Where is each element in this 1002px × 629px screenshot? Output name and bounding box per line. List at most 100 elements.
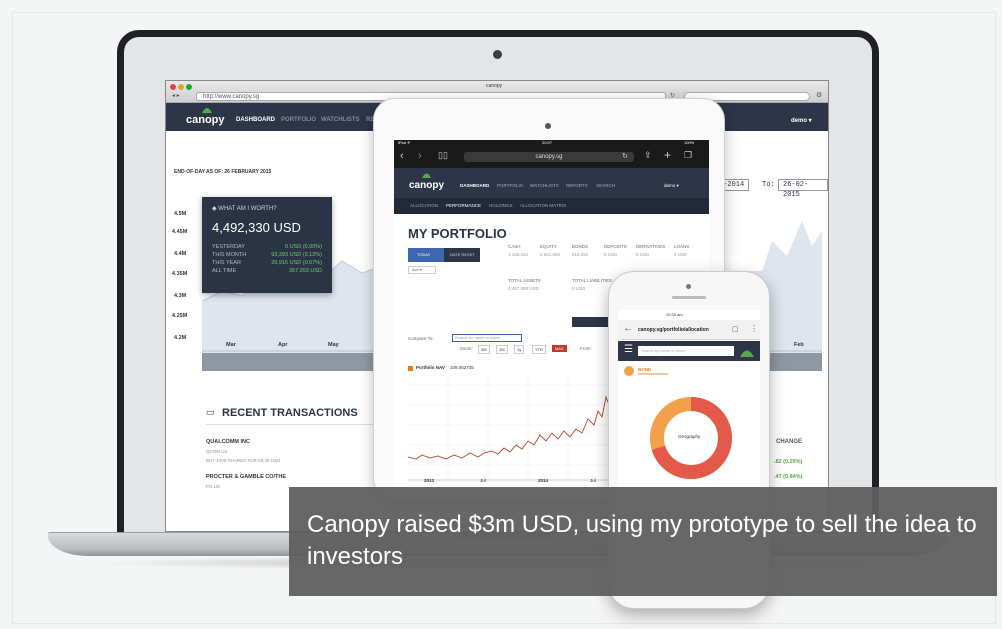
user-menu[interactable]: demo ▾: [664, 183, 679, 189]
back-arrow-icon[interactable]: ←: [623, 323, 633, 334]
zoom-label: Zoom:: [460, 346, 473, 351]
bond-icon: [624, 366, 634, 376]
zoom-1m[interactable]: 1M: [496, 345, 508, 354]
zoom-ytd[interactable]: YTD: [532, 345, 546, 354]
phone-search-input[interactable]: Search by name or ticker: [638, 346, 734, 356]
y-label: 4.45M: [172, 229, 188, 235]
x-label: Jul: [480, 478, 486, 483]
phone-browser-bar: ← canopy.sg/portfolio/allocation ▢ ⋮: [618, 320, 760, 340]
window-title: canopy: [486, 83, 503, 89]
minimize-icon[interactable]: [178, 84, 184, 90]
nav-watchlists[interactable]: WATCHLISTS: [530, 183, 559, 188]
back-forward-icon[interactable]: ◂ ▸: [172, 92, 180, 99]
period-toggle[interactable]: TODAY DATE RESET: [408, 248, 480, 262]
date-to-label: To:: [762, 181, 775, 189]
total-liabilities-value: 0 USD: [572, 286, 586, 291]
hamburger-icon[interactable]: ☰: [624, 345, 633, 355]
x-label: May: [328, 342, 339, 348]
nav-search[interactable]: SEARCH: [596, 183, 615, 188]
browser-settings-icon[interactable]: ⚙: [816, 91, 822, 99]
y-label: 4.35M: [172, 271, 188, 277]
dropdown[interactable]: Acc ▾: [408, 266, 436, 274]
summary-header: DERIVATIVES: [636, 244, 666, 249]
summary-header: LOANS: [674, 244, 690, 249]
nav-reports[interactable]: REPORTS: [566, 183, 588, 188]
maximize-icon[interactable]: [186, 84, 192, 90]
nav-portfolio[interactable]: PORTFOLIO: [497, 183, 523, 188]
caption-overlay: Canopy raised $3m USD, using my prototyp…: [289, 487, 997, 596]
reload-icon[interactable]: ↻: [622, 152, 628, 160]
summary-header: CASH: [508, 244, 521, 249]
end-of-day-label: END-OF-DAY AS OF: 26 FEBRUARY 2015: [174, 169, 272, 175]
summary-header: BONDS: [572, 244, 589, 249]
nav-watchlists[interactable]: WATCHLISTS: [321, 117, 360, 123]
transactions-icon: ▭: [206, 407, 215, 417]
worth-total: 4,492,330 USD: [212, 220, 301, 235]
x-label: 2013: [424, 478, 435, 483]
tabs-icon[interactable]: ❐: [684, 150, 692, 161]
phone-camera: [686, 284, 691, 289]
allocation-item[interactable]: BOND: [638, 367, 651, 372]
zoom-max[interactable]: MAX: [552, 345, 567, 352]
tab-holdings[interactable]: HOLDINGS: [489, 203, 513, 208]
legend-swatch: [408, 366, 413, 371]
nav-portfolio[interactable]: PORTFOLIO: [281, 117, 316, 123]
new-tab-icon[interactable]: +: [664, 148, 671, 162]
phone-navbar: ☰ Search by name or ticker: [618, 341, 760, 361]
from-label: From:: [580, 346, 592, 351]
tab-performance[interactable]: PERFORMANCE: [446, 203, 481, 208]
nav-dashboard[interactable]: DASHBOARD: [460, 183, 489, 188]
zoom-3m[interactable]: 3M: [478, 345, 490, 354]
app-logo[interactable]: canopy: [409, 180, 444, 191]
summary-value: 818,252: [572, 252, 589, 257]
summary-value: 0 USD: [674, 252, 688, 257]
tabs-icon[interactable]: ▢: [732, 325, 739, 333]
total-assets-label: TOTAL ASSETS: [508, 278, 541, 283]
legend-label: Portfolio NAV: [416, 365, 445, 370]
back-icon[interactable]: ‹: [400, 150, 404, 162]
user-menu[interactable]: demo ▾: [791, 117, 812, 124]
x-label: Mar: [226, 342, 236, 348]
app-logo[interactable]: canopy: [186, 114, 225, 126]
legend-value: 109.062745: [450, 365, 474, 370]
worth-row: ALL TIME 367,393 USD: [212, 268, 322, 274]
summary-header: DEPOSITS: [604, 244, 627, 249]
worth-row: YESTERDAY 0 USD (0.00%): [212, 244, 322, 250]
worth-row: THIS MONTH 93,393 USD (2.12%): [212, 252, 322, 258]
total-liabilities-label: TOTAL LIABILITIES: [572, 278, 612, 283]
forward-icon[interactable]: ›: [418, 150, 422, 162]
tablet-subnav: ALLOCATION PERFORMANCE HOLDINGS ALLOCATI…: [394, 198, 709, 214]
compare-label: Compare To:: [408, 336, 434, 341]
transaction-ticker: QCOM.US: [206, 449, 228, 454]
share-icon[interactable]: ⇪: [644, 150, 652, 161]
worth-heading: WHAT AM I WORTH?: [218, 206, 277, 212]
tablet-navbar: canopy DASHBOARD PORTFOLIO WATCHLISTS RE…: [394, 168, 709, 198]
tab-allocation[interactable]: ALLOCATION: [410, 203, 438, 208]
transaction-ticker: PG.US: [206, 484, 221, 489]
nav-line-chart: [408, 375, 613, 481]
canopy-logo-icon: [202, 108, 212, 113]
summary-value: 0 USD: [604, 252, 618, 257]
change-header: CHANGE: [776, 439, 803, 445]
nav-dashboard[interactable]: DASHBOARD: [236, 117, 275, 123]
more-icon[interactable]: ⋮: [750, 324, 758, 333]
y-label: 4.5M: [174, 211, 187, 217]
compare-input[interactable]: Search for name or ticker: [452, 334, 522, 342]
transaction-name[interactable]: QUALCOMM INC: [206, 439, 250, 445]
transaction-name[interactable]: PROCTER & GAMBLE CO/THE: [206, 474, 286, 480]
phone-url[interactable]: canopy.sg/portfolio/allocation: [638, 327, 709, 333]
allocation-item-sub: [638, 373, 668, 375]
tablet-address-bar[interactable]: canopy.sg: [464, 152, 634, 162]
close-icon[interactable]: [170, 84, 176, 90]
worth-panel: ◆ WHAT AM I WORTH? 4,492,330 USD YESTERD…: [202, 197, 332, 293]
bookmarks-icon[interactable]: ▯▯: [438, 150, 448, 161]
tab-allocation-matrix[interactable]: ALLOCATION MATRIX: [520, 203, 566, 208]
date-to-input[interactable]: 26-02-2015: [778, 179, 828, 199]
worth-row: THIS YEAR 29,915 USD (0.67%): [212, 260, 322, 266]
x-label: 2014: [538, 478, 549, 483]
summary-header: EQUITY: [540, 244, 557, 249]
zoom-1y[interactable]: 1y: [514, 345, 525, 354]
canopy-logo-icon: [422, 173, 431, 178]
portfolio-button[interactable]: [572, 317, 612, 327]
summary-value: 2,561,663: [540, 252, 561, 257]
